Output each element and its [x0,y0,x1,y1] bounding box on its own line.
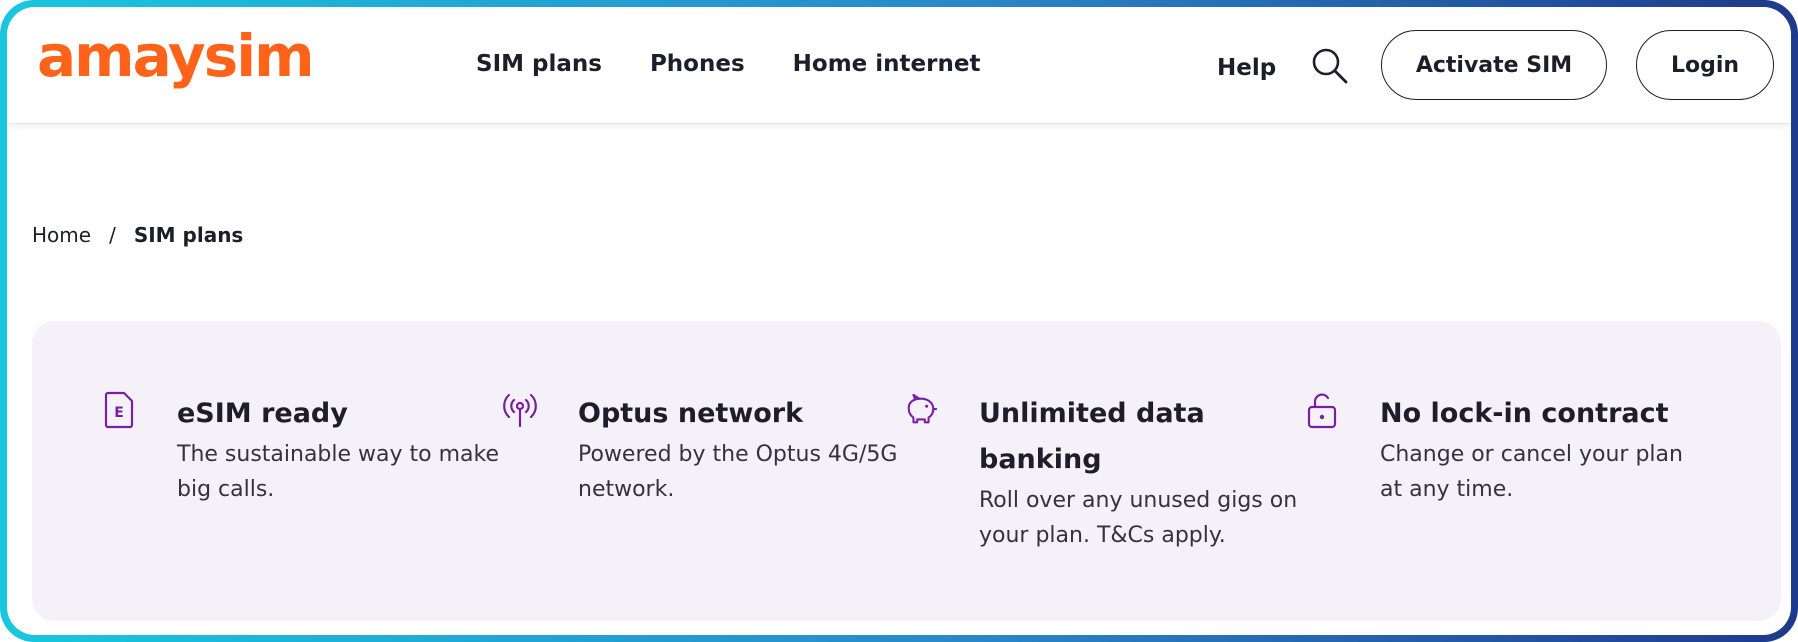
nav-phones[interactable]: Phones [650,51,745,77]
activate-sim-button[interactable]: Activate SIM [1381,30,1607,100]
search-icon[interactable] [1309,45,1349,85]
breadcrumb-current: SIM plans [133,223,244,247]
page: amaysim SIM plans Phones Home internet H… [7,7,1791,635]
nav-sim-plans[interactable]: SIM plans [476,51,602,77]
help-link[interactable]: Help [1217,55,1276,81]
main-nav: SIM plans Phones Home internet [476,51,1028,77]
esim-icon-letter: E [114,405,124,421]
network-signal-icon [503,393,537,428]
feature-desc: Roll over any unused gigs on your plan. … [979,488,1298,548]
feature-desc: Change or cancel your plan at any time. [1380,442,1683,502]
nav-home-internet[interactable]: Home internet [793,51,981,77]
feature-desc: Powered by the Optus 4G/5G network. [578,442,898,502]
breadcrumb: Home / SIM plans [32,223,243,247]
breadcrumb-separator: / [109,223,116,247]
feature-title: Optus network [578,398,804,429]
piggy-bank-icon [907,393,938,424]
unlocked-padlock-icon [1307,393,1337,429]
site-header: amaysim SIM plans Phones Home internet H… [7,7,1791,124]
amaysim-logo[interactable]: amaysim [37,27,315,85]
feature-title: No lock-in contract [1380,398,1669,429]
window-frame: amaysim SIM plans Phones Home internet H… [0,0,1798,642]
features-panel: E eSIM ready The sustainable way to make… [32,321,1781,621]
feature-desc: The sustainable way to make big calls. [177,442,499,502]
feature-title: Unlimited data banking [979,398,1205,475]
breadcrumb-home[interactable]: Home [32,223,91,247]
esim-icon: E [104,391,134,429]
feature-title: eSIM ready [177,398,348,429]
login-button[interactable]: Login [1636,30,1774,100]
